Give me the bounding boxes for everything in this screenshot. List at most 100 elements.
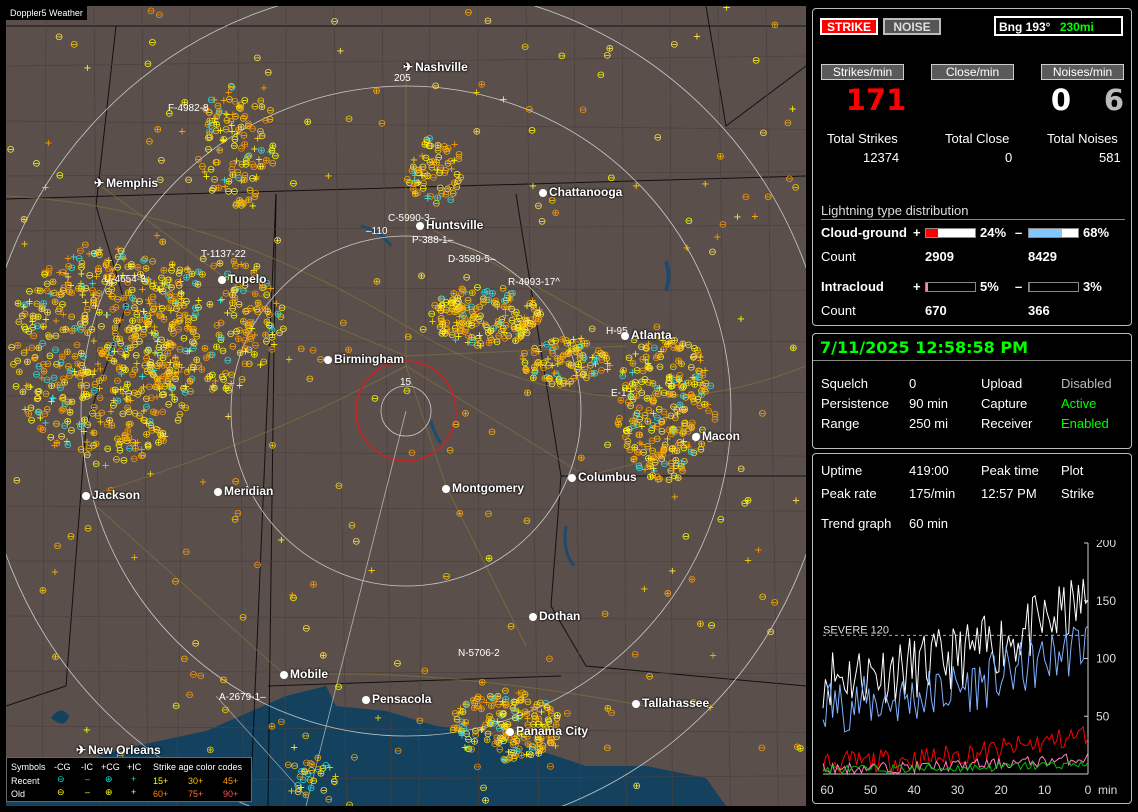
strike-symbol: + — [272, 298, 280, 309]
strike-symbol: ⊕ — [127, 261, 135, 272]
county-line — [418, 6, 431, 806]
strike-symbol: ⊖ — [277, 717, 285, 728]
strike-symbol: ⊖ — [446, 183, 454, 194]
strike-symbol: ⊖ — [237, 104, 245, 115]
strike-symbol: + — [146, 469, 154, 480]
strike-symbol: ⊖ — [253, 53, 261, 64]
strike-symbol: ⊕ — [49, 277, 57, 288]
legend-recent-label: Recent — [11, 776, 40, 786]
strike-symbol: ⊖ — [607, 173, 615, 184]
strike-symbol: + — [754, 545, 762, 556]
storm-cell-label[interactable]: T-1137-22 — [201, 249, 246, 260]
strike-symbol: ⊕ — [178, 400, 186, 411]
strike-symbol: ⊕ — [206, 745, 214, 756]
city-name: Mobile — [290, 667, 328, 681]
city-dot-icon — [506, 727, 514, 736]
strike-symbol: ⊕ — [51, 297, 59, 308]
strike-symbol: ⊖ — [310, 776, 318, 787]
storm-cell-label[interactable]: E-1 — [611, 388, 627, 399]
strike-symbol: ⊖ — [43, 404, 51, 415]
strike-symbol: ⊖ — [656, 362, 664, 373]
strike-symbol: ⊖ — [522, 366, 530, 377]
storm-cell-label[interactable]: F-4982-8 — [168, 103, 209, 114]
strike-symbol: ⊖ — [158, 303, 166, 314]
strike-symbol: ⊖ — [34, 394, 42, 405]
storm-cell-label[interactable]: A-2679-1– — [219, 692, 266, 703]
strike-symbol: ⊖ — [653, 413, 661, 424]
trend-series-line — [822, 760, 1089, 775]
county-line — [6, 560, 806, 563]
strike-symbol: ⊕ — [417, 271, 425, 282]
storm-cell-label[interactable]: U-4654-8 — [104, 274, 146, 285]
strike-symbol: ⊕ — [234, 334, 242, 345]
strike-symbol: + — [693, 32, 701, 43]
strike-symbol: + — [499, 95, 507, 106]
range-label: Range — [821, 416, 860, 431]
storm-cell-label[interactable]: –110 — [366, 226, 388, 237]
trend-panel: Uptime 419:00 Peak time Plot Peak rate 1… — [812, 453, 1132, 804]
age-old-1: 60+ — [153, 789, 169, 799]
noises-per-min-value: 6 — [1103, 83, 1124, 117]
total-close-value: 0 — [1005, 150, 1013, 165]
strike-symbol: ⊖ — [230, 141, 238, 152]
storm-cell-label[interactable]: D-3589-5– — [448, 254, 495, 265]
strike-symbol: ⊖ — [92, 459, 100, 470]
city-dot-icon — [529, 612, 537, 621]
storm-cell-label[interactable]: C-5990-3– — [388, 213, 435, 224]
strike-symbol: + — [220, 96, 228, 107]
storm-cell-label[interactable]: R-4993-17^ — [508, 277, 560, 288]
strike-symbol: ⊕ — [545, 374, 553, 385]
strike-symbol: ⊖ — [77, 325, 85, 336]
strike-symbol: + — [625, 429, 633, 440]
legend-symbols-label: Symbols — [11, 762, 46, 772]
strike-button[interactable]: STRIKE — [820, 18, 878, 35]
strike-symbol: ⊖ — [67, 531, 75, 542]
strike-symbol: ⊕ — [793, 742, 801, 753]
strike-symbol: ⊖ — [55, 32, 63, 43]
strike-symbol: + — [56, 361, 64, 372]
strike-symbol: ⊕ — [251, 289, 259, 300]
strike-symbol: ⊕ — [14, 299, 22, 310]
strike-symbol: ⊖ — [52, 419, 60, 430]
strike-symbol: ⊖ — [230, 310, 238, 321]
strike-symbol: + — [83, 725, 91, 736]
strike-symbol: ⊖ — [84, 523, 92, 534]
city-dot-icon — [692, 432, 700, 441]
strike-symbol: ⊖ — [378, 119, 386, 130]
strike-symbol: ⊖ — [658, 427, 666, 438]
ic-negative-count: 366 — [1028, 303, 1050, 318]
strike-symbol: ⊖ — [56, 170, 64, 181]
storm-cell-label[interactable]: H-95 — [606, 326, 628, 337]
y-tick-label: 200 — [1096, 540, 1116, 550]
ic-plus-sign: + — [913, 279, 921, 294]
strike-symbol: ⊖ — [339, 318, 347, 329]
strike-symbol: ⊖ — [36, 286, 44, 297]
city-mobile: Mobile — [280, 667, 328, 681]
strike-symbol: + — [701, 179, 709, 190]
settings-divider — [813, 360, 1131, 361]
strike-symbol: ⊖ — [219, 675, 227, 686]
strike-symbol: ⊖ — [623, 441, 631, 452]
noise-button[interactable]: NOISE — [883, 18, 941, 35]
strike-symbol: ⊖ — [231, 286, 239, 297]
total-strikes-value: 12374 — [863, 150, 900, 165]
strike-symbol: ⊕ — [481, 796, 489, 807]
strike-symbol: ⊖ — [393, 658, 401, 669]
strike-symbol: ⊖ — [108, 285, 116, 296]
storm-cell-label[interactable]: P-388-1– — [412, 235, 453, 246]
strike-symbol: ⊖ — [148, 38, 156, 49]
lightning-map[interactable]: ⊖ ⊖ ⊕ + + ⊕ ⊕ ⊖ ⊕ ⊕ + + ⊖ + ⊕ ⊖ ⊕ ⊖ + ⊕ ⊖ ⊖ ⊖ ⊖ ⊕ ⊕ ⊖ ⊖ ⊖ ⊖ ⊖ ⊖ ⊖ ⊖ ⊖ ⊖ ⊖ ⊖ ⊖ ⊕… — [6, 6, 806, 806]
strike-symbol: ⊕ — [456, 509, 464, 520]
cg-minus-sign: – — [1015, 225, 1023, 240]
strike-symbol: ⊖ — [99, 347, 107, 358]
persistence-label: Persistence — [821, 396, 889, 411]
storm-cell-label[interactable]: N-5706-2 — [458, 648, 500, 659]
strike-symbol: ⊖ — [457, 320, 465, 331]
city-name: Dothan — [539, 609, 581, 623]
city-dot-icon — [362, 695, 370, 704]
strike-symbol: ⊖ — [494, 699, 502, 710]
peak-rate-value: 175/min — [909, 486, 956, 501]
strike-symbol: ⊕ — [457, 303, 465, 314]
total-strikes-label: Total Strikes — [827, 131, 898, 146]
strike-symbol: ⊕ — [15, 367, 23, 378]
